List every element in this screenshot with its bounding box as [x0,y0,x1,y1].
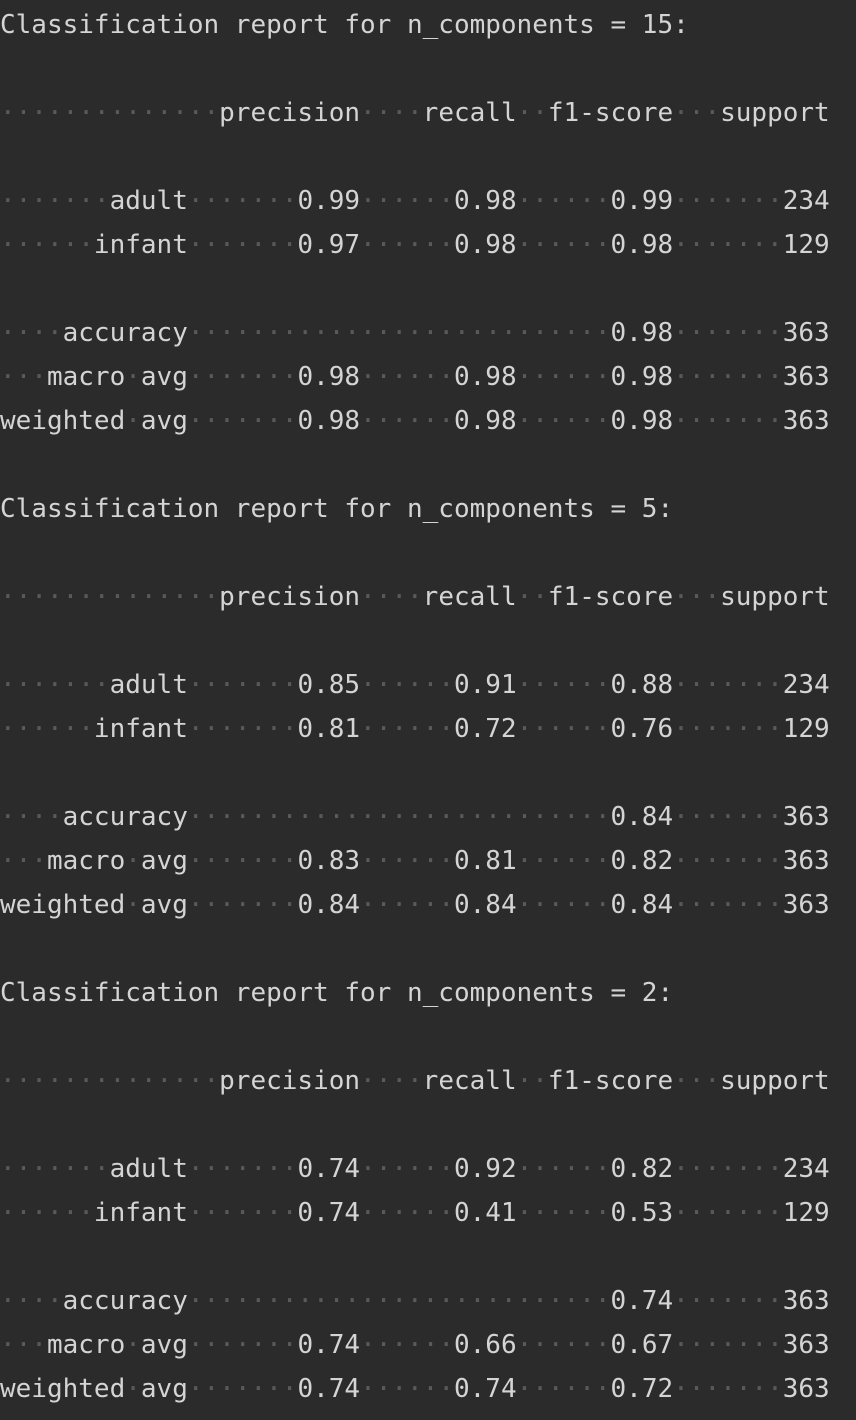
report-row: ······infant·······0.97······0.98······0… [0,230,830,260]
report-header: ··············precision····recall··f1-sc… [0,582,830,612]
report-title: Classification report for n_components =… [0,10,689,40]
report-title: Classification report for n_components =… [0,978,674,1008]
report-accuracy: ····accuracy···························0… [0,1286,830,1316]
report-title: Classification report for n_components =… [0,494,674,524]
report-accuracy: ····accuracy···························0… [0,318,830,348]
report-row: ······infant·······0.74······0.41······0… [0,1198,830,1228]
report-row: ·······adult·······0.99······0.98······0… [0,186,830,216]
report-weighted-avg: weighted·avg·······0.74······0.74······0… [0,1374,830,1404]
report-weighted-avg: weighted·avg·······0.98······0.98······0… [0,406,830,436]
report-header: ··············precision····recall··f1-sc… [0,98,830,128]
report-accuracy: ····accuracy···························0… [0,802,830,832]
report-row: ·······adult·······0.74······0.92······0… [0,1154,830,1184]
report-row: ······infant·······0.81······0.72······0… [0,714,830,744]
report-weighted-avg: weighted·avg·······0.84······0.84······0… [0,890,830,920]
report-macro-avg: ···macro·avg·······0.83······0.81······0… [0,846,830,876]
console-output: Classification report for n_components =… [0,0,856,1420]
report-macro-avg: ···macro·avg·······0.98······0.98······0… [0,362,830,392]
report-header: ··············precision····recall··f1-sc… [0,1066,830,1096]
report-row: ·······adult·······0.85······0.91······0… [0,670,830,700]
report-macro-avg: ···macro·avg·······0.74······0.66······0… [0,1330,830,1360]
